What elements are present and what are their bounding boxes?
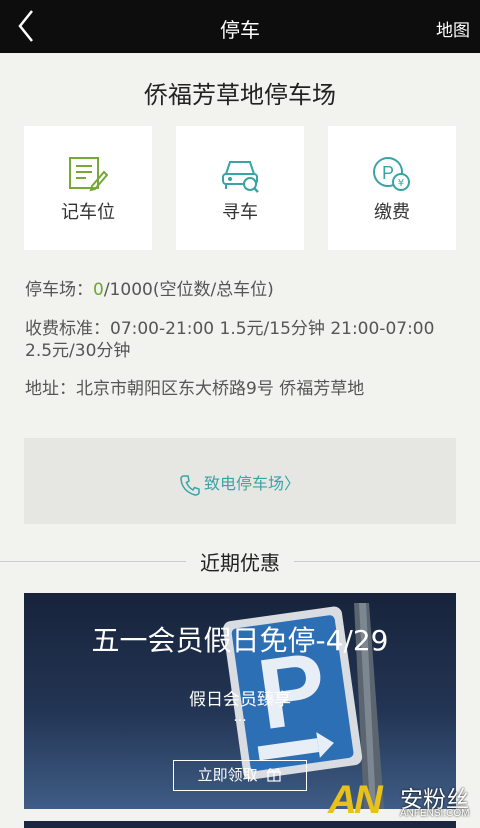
capacity-info: 停车场：0/1000(空位数/总车位) (25, 279, 465, 301)
top-bar: 停车 地图 (0, 0, 480, 53)
parking-lot-name: 侨福芳草地停车场 (144, 81, 336, 109)
pay-button[interactable]: P ¥ 缴费 (328, 126, 456, 250)
car-search-icon (222, 161, 259, 193)
watermark-en: ANFENSI.COM (400, 808, 470, 819)
find-car-label: 寻车 (222, 202, 258, 223)
promo-subtitle: 假日会员臻享 (189, 690, 291, 710)
claim-now-button[interactable]: 立即领取 (173, 760, 307, 791)
claim-now-label: 立即领取 (197, 766, 258, 784)
map-button[interactable]: 地图 (436, 16, 470, 41)
capacity-label: 停车场： (25, 280, 93, 300)
call-parking-label: 致电停车场 (203, 474, 284, 493)
promo-ellipsis: ... (233, 709, 247, 725)
call-parking-row: 致电停车场〉 (24, 470, 456, 496)
record-spot-label: 记车位 (61, 202, 115, 223)
promo-banner[interactable]: P 五一会员假日免停-4/29 假日会员臻享 ... 立即领取 (24, 593, 456, 809)
watermark-an: AN (328, 778, 383, 822)
available-spaces: 0 (93, 280, 104, 300)
find-car-button[interactable]: 寻车 (176, 126, 304, 250)
promo-title: 五一会员假日免停-4/29 (91, 624, 389, 657)
capacity-total: /1000(空位数/总车位) (103, 280, 274, 300)
call-parking-button[interactable]: 致电停车场〉 (24, 438, 456, 524)
section-header: 近期优惠 (0, 547, 480, 577)
action-cards: 记车位 寻车 P ¥ 缴费 (24, 126, 456, 250)
phone-icon (180, 474, 200, 496)
section-title: 近期优惠 (186, 547, 294, 576)
address-info: 地址：北京市朝阳区东大桥路9号 侨福芳草地 (25, 379, 365, 399)
watermark-logo: AN 安粉丝 ANFENSI.COM (328, 778, 480, 828)
fee-line-2: 2.5元/30分钟 (25, 341, 131, 361)
svg-text:¥: ¥ (398, 178, 404, 189)
pay-label: 缴费 (374, 202, 410, 223)
parking-pay-icon: P ¥ (373, 157, 410, 191)
gift-icon (267, 768, 282, 782)
note-edit-icon (69, 157, 108, 192)
page-title: 停车 (220, 18, 260, 42)
fee-info: 收费标准：07:00-21:00 1.5元/15分钟 21:00-07:00 2… (25, 318, 465, 362)
section-title-wrap: 近期优惠 (0, 547, 480, 576)
svg-text:P: P (382, 163, 394, 183)
fee-line-1: 收费标准：07:00-21:00 1.5元/15分钟 21:00-07:00 (25, 319, 435, 339)
chevron-right-icon: 〉 (284, 474, 301, 493)
record-spot-button[interactable]: 记车位 (24, 126, 152, 250)
